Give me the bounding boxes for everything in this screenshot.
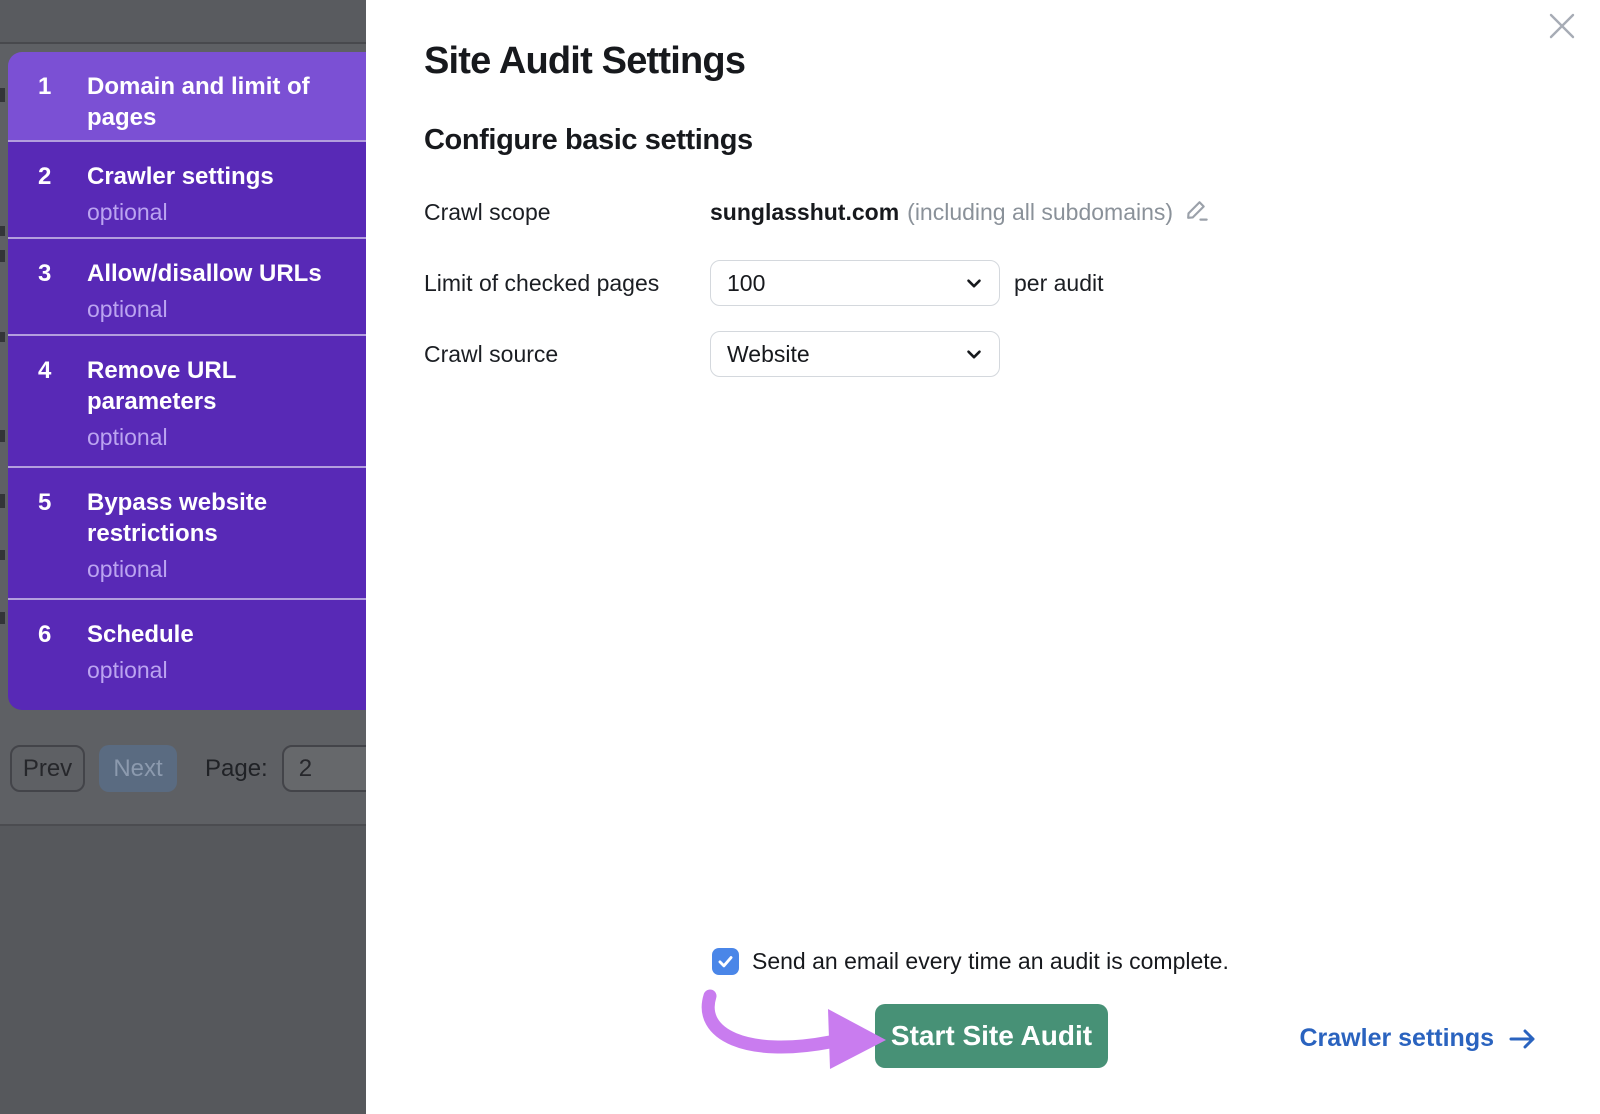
page-number-input[interactable] bbox=[282, 745, 366, 792]
crawler-settings-link-label: Crawler settings bbox=[1299, 1024, 1494, 1053]
check-icon bbox=[716, 952, 735, 971]
step-optional-label: optional bbox=[87, 199, 339, 226]
limit-label: Limit of checked pages bbox=[424, 270, 659, 297]
background-text-fragment bbox=[0, 332, 5, 342]
page-label: Page: bbox=[205, 755, 268, 783]
dimmed-background: 1 Domain and limit of pages 2 Crawler se… bbox=[0, 0, 366, 1114]
background-divider bbox=[0, 824, 366, 826]
step-title: Bypass website restrictions bbox=[87, 487, 339, 549]
crawl-source-label: Crawl source bbox=[424, 341, 558, 368]
step-optional-label: optional bbox=[87, 424, 339, 451]
wizard-steps-sidebar: 1 Domain and limit of pages 2 Crawler se… bbox=[8, 52, 366, 710]
step-optional-label: optional bbox=[87, 296, 339, 323]
step-allow-disallow-urls[interactable]: 3 Allow/disallow URLs optional bbox=[8, 237, 366, 334]
crawl-source-select[interactable]: Website bbox=[710, 331, 1000, 377]
background-text-fragment bbox=[0, 612, 5, 624]
crawl-source-selected-value: Website bbox=[727, 341, 963, 368]
limit-select[interactable]: 100 bbox=[710, 260, 1000, 306]
crawl-scope-value: sunglasshut.com (including all subdomain… bbox=[710, 196, 1210, 229]
step-number: 5 bbox=[38, 487, 87, 518]
crawl-scope-label: Crawl scope bbox=[424, 199, 551, 226]
limit-suffix: per audit bbox=[1014, 270, 1104, 297]
prev-button[interactable]: Prev bbox=[10, 745, 85, 792]
chevron-down-icon bbox=[963, 272, 985, 294]
background-table-area bbox=[0, 826, 366, 1114]
background-text-fragment bbox=[0, 430, 5, 442]
close-icon[interactable] bbox=[1544, 8, 1580, 44]
background-text-fragment bbox=[0, 88, 5, 102]
step-bypass-website-restrictions[interactable]: 5 Bypass website restrictions optional bbox=[8, 466, 366, 598]
page-title: Site Audit Settings bbox=[424, 40, 745, 83]
background-text-fragment bbox=[0, 550, 5, 560]
background-pagination: Prev Next Page: bbox=[10, 745, 366, 792]
step-number: 2 bbox=[38, 161, 87, 192]
crawl-scope-note: (including all subdomains) bbox=[907, 199, 1173, 226]
crawler-settings-link[interactable]: Crawler settings bbox=[1299, 1024, 1538, 1053]
section-heading: Configure basic settings bbox=[424, 124, 753, 157]
background-text-fragment bbox=[0, 494, 5, 508]
background-text-fragment bbox=[0, 226, 5, 236]
crawl-scope-domain: sunglasshut.com bbox=[710, 199, 899, 226]
step-domain-and-limit[interactable]: 1 Domain and limit of pages bbox=[8, 52, 366, 140]
step-number: 3 bbox=[38, 258, 87, 289]
step-title: Domain and limit of pages bbox=[87, 71, 339, 133]
step-optional-label: optional bbox=[87, 657, 339, 684]
next-button[interactable]: Next bbox=[99, 745, 177, 792]
email-opt-in-row: Send an email every time an audit is com… bbox=[712, 948, 1229, 975]
chevron-down-icon bbox=[963, 343, 985, 365]
step-crawler-settings[interactable]: 2 Crawler settings optional bbox=[8, 140, 366, 237]
step-number: 4 bbox=[38, 355, 87, 386]
arrow-right-icon bbox=[1508, 1026, 1538, 1052]
email-opt-in-label: Send an email every time an audit is com… bbox=[752, 948, 1229, 975]
background-toolbar bbox=[0, 0, 366, 44]
step-title: Remove URL parameters bbox=[87, 355, 339, 417]
step-title: Crawler settings bbox=[87, 161, 339, 192]
step-number: 1 bbox=[38, 71, 87, 102]
step-title: Schedule bbox=[87, 619, 339, 650]
start-site-audit-button[interactable]: Start Site Audit bbox=[875, 1004, 1108, 1068]
email-checkbox[interactable] bbox=[712, 948, 739, 975]
step-title: Allow/disallow URLs bbox=[87, 258, 339, 289]
step-number: 6 bbox=[38, 619, 87, 650]
edit-pencil-icon[interactable] bbox=[1183, 196, 1210, 229]
step-remove-url-parameters[interactable]: 4 Remove URL parameters optional bbox=[8, 334, 366, 466]
step-schedule[interactable]: 6 Schedule optional bbox=[8, 598, 366, 710]
background-text-fragment bbox=[0, 250, 5, 262]
site-audit-settings-modal: Site Audit Settings Configure basic sett… bbox=[366, 0, 1600, 1114]
limit-selected-value: 100 bbox=[727, 270, 963, 297]
site-audit-settings-screen: 1 Domain and limit of pages 2 Crawler se… bbox=[0, 0, 1600, 1114]
step-optional-label: optional bbox=[87, 556, 339, 583]
